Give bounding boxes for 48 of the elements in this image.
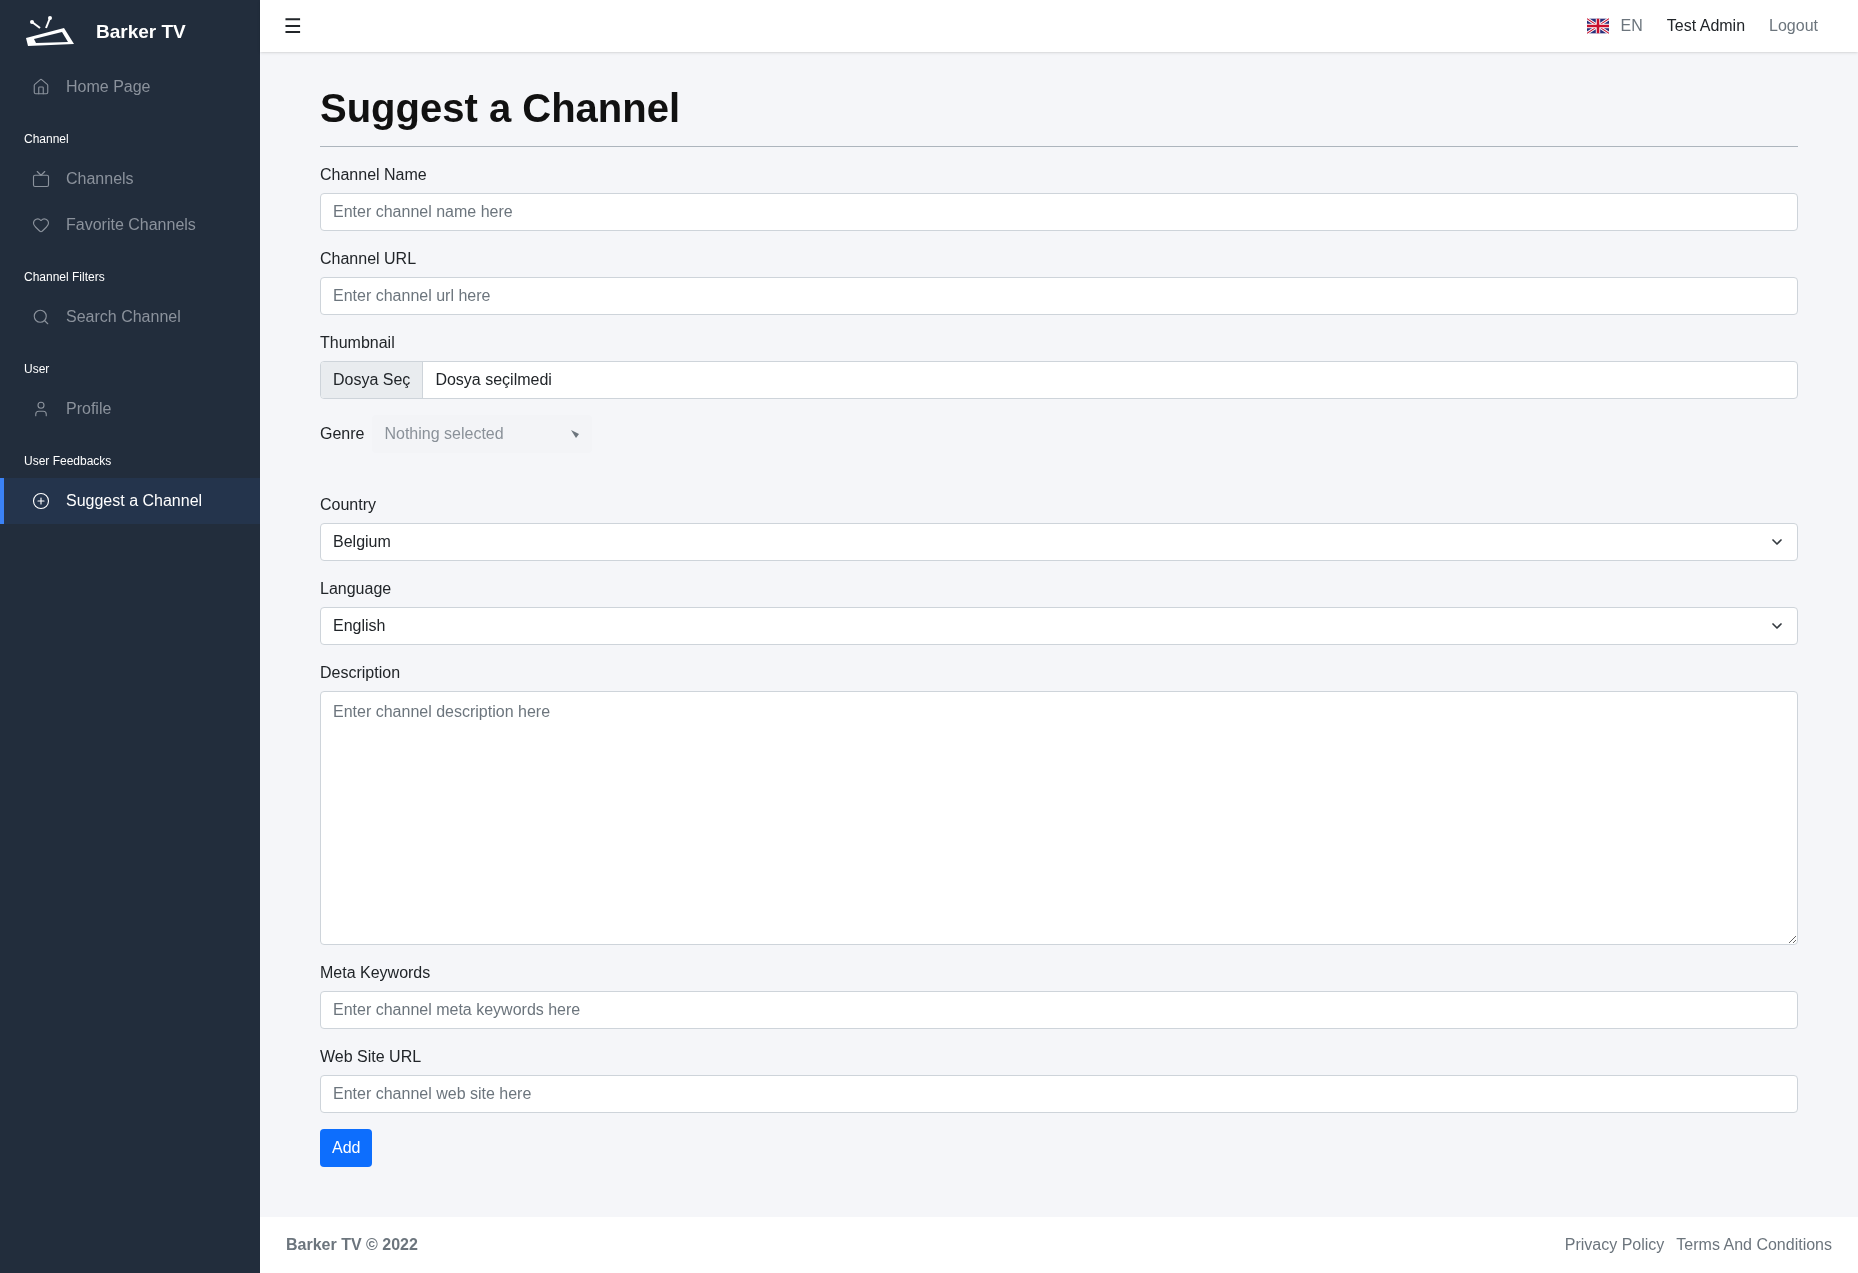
field-label: Web Site URL — [320, 1047, 423, 1067]
select-field[interactable]: English — [320, 607, 1798, 645]
text-input-field[interactable]: Enter channel url here — [320, 277, 1798, 315]
footer-link[interactable]: Privacy Policy — [1564, 1233, 1665, 1257]
field-label: Genre — [320, 424, 365, 444]
search-icon — [32, 308, 50, 326]
select-field[interactable]: Belgium — [320, 523, 1798, 561]
plus-circle-icon — [32, 492, 50, 510]
file-status-text: Dosya seçilmedi — [434, 370, 553, 390]
user-name-link[interactable]: Test Admin — [1666, 14, 1746, 38]
field-label: Country — [320, 495, 378, 515]
caret-icon — [570, 429, 581, 439]
brand-name: Barker TV — [96, 19, 186, 44]
sidebar-item[interactable]: Favorite Channels — [0, 202, 260, 248]
text-input-field[interactable]: Enter channel meta keywords here — [320, 991, 1798, 1029]
user-icon — [32, 400, 50, 418]
tv-logo-icon — [24, 16, 76, 48]
sidebar-item[interactable]: Home Page — [0, 64, 260, 110]
home-icon — [32, 78, 50, 96]
field-label: Channel URL — [320, 249, 418, 269]
textarea-field[interactable]: Enter channel description here — [320, 691, 1798, 945]
heart-icon — [32, 216, 50, 234]
choose-file-button[interactable]: Dosya Seç — [321, 362, 424, 398]
sidebar-item[interactable]: Channels — [0, 156, 260, 202]
sidebar-item[interactable]: Profile — [0, 386, 260, 432]
sidebar-section-heading: Channel — [23, 131, 70, 148]
page-title: Suggest a Channel — [320, 78, 1798, 147]
sidebar-item[interactable]: Search Channel — [0, 294, 260, 340]
field-label: Description — [320, 663, 402, 683]
field-label: Thumbnail — [320, 333, 396, 353]
add-button[interactable]: Add — [320, 1129, 373, 1167]
field-label: Language — [320, 579, 393, 599]
menu-button[interactable]: ☰ — [284, 11, 302, 41]
field-label: Meta Keywords — [320, 963, 432, 983]
sidebar-item[interactable]: Suggest a Channel — [0, 478, 260, 524]
uk-flag-icon — [1586, 18, 1609, 34]
footer-link[interactable]: Terms And Conditions — [1676, 1233, 1832, 1257]
logout-link[interactable]: Logout — [1769, 14, 1818, 38]
tv-icon — [32, 170, 50, 188]
copyright-text: Barker TV © 2022 — [286, 1235, 418, 1255]
sidebar-section-heading: User Feedbacks — [23, 453, 113, 470]
text-input-field[interactable]: Enter channel name here — [320, 193, 1798, 231]
language-link[interactable]: EN — [1620, 14, 1643, 38]
sidebar-section-heading: User — [23, 361, 51, 378]
field-label: Channel Name — [320, 165, 428, 185]
file-input-field[interactable]: Dosya Seç Dosya seçilmedi — [320, 361, 1798, 399]
text-input-field[interactable]: Enter channel web site here — [320, 1075, 1798, 1113]
sidebar-section-heading: Channel Filters — [23, 269, 106, 286]
